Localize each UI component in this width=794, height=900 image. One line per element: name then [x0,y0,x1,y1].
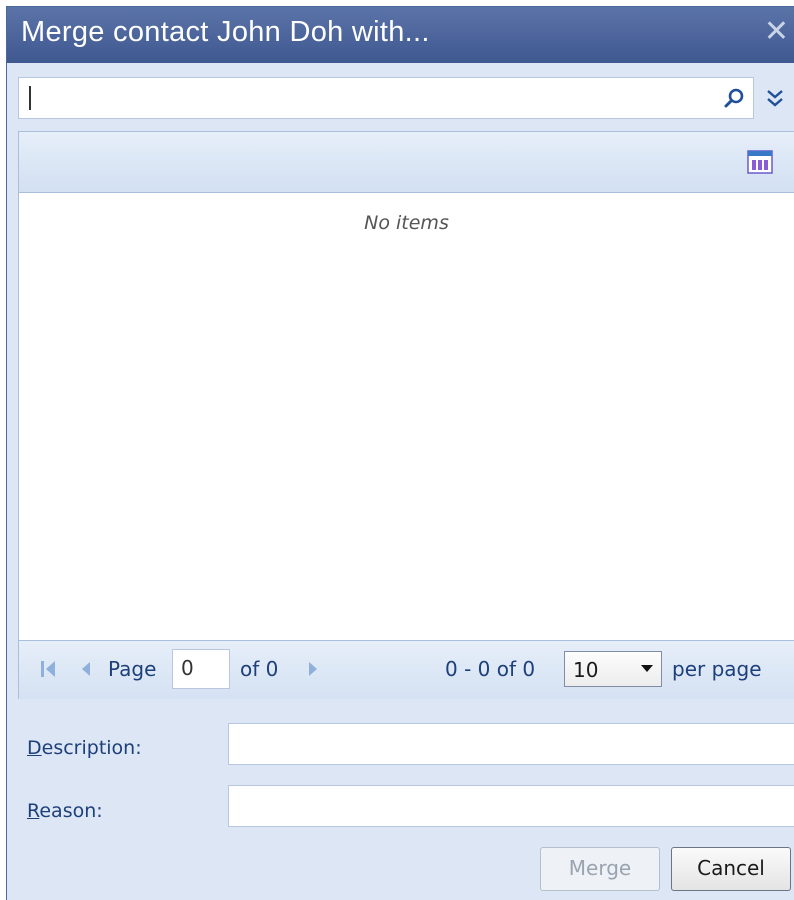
page-label: Page [108,657,157,681]
description-label: Description: [27,737,142,759]
description-label-text: escription: [41,737,142,759]
cancel-button[interactable]: Cancel [671,847,791,891]
search-icon[interactable] [723,87,745,109]
reason-label: Reason: [27,800,103,822]
text-cursor [29,86,31,110]
description-field[interactable] [228,723,794,765]
item-range-label: 0 - 0 of 0 [445,657,536,681]
reason-field[interactable] [228,785,794,827]
merge-dialog: Merge contact John Doh with... ✕ No item… [6,6,794,900]
close-icon[interactable]: ✕ [764,17,789,47]
dropdown-arrow-icon [641,665,653,672]
merge-button[interactable]: Merge [540,847,660,891]
dialog-title: Merge contact John Doh with... [21,16,430,48]
column-chooser-icon[interactable] [746,148,774,176]
search-input[interactable] [18,77,754,119]
reason-accel-key: R [27,800,40,822]
results-grid: No items Page 0 of 0 0 - 0 of 0 10 per p… [18,131,794,699]
page-number-input[interactable]: 0 [172,649,230,689]
per-page-label: per page [672,657,762,681]
page-size-value: 10 [573,658,599,682]
reason-label-text: eason: [39,800,103,822]
previous-page-icon[interactable] [79,659,93,679]
double-chevron-down-icon[interactable] [762,85,788,111]
dialog-title-bar[interactable]: Merge contact John Doh with... ✕ [7,7,794,63]
empty-message: No items [364,212,449,234]
pager: Page 0 of 0 0 - 0 of 0 10 per page [19,640,794,699]
grid-header [19,132,794,193]
next-page-icon[interactable] [306,659,320,679]
description-accel-key: D [27,737,42,759]
page-size-select[interactable]: 10 [564,651,662,687]
page-total-label: of 0 [240,657,279,681]
first-page-icon[interactable] [39,659,61,679]
